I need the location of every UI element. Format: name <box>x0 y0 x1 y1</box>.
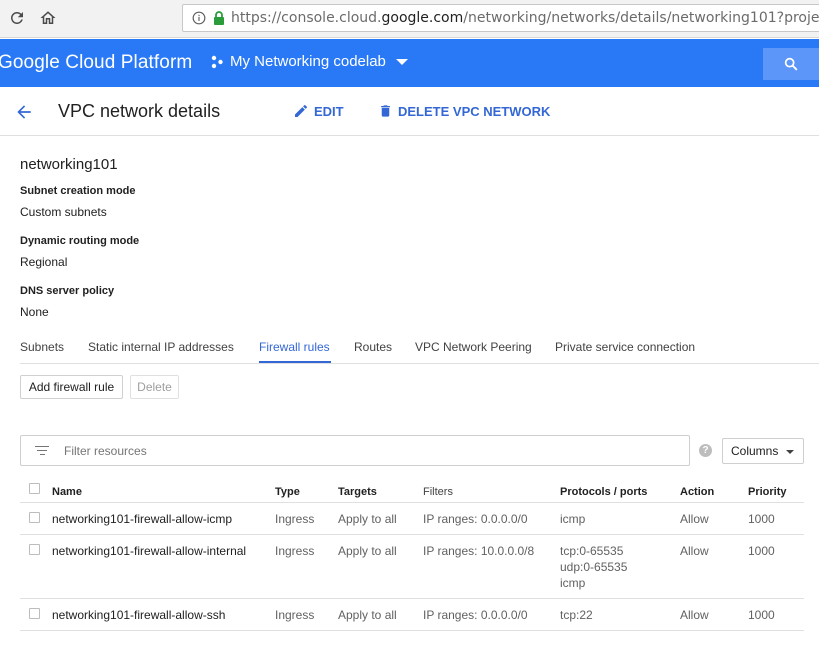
rule-filters: IP ranges: 0.0.0.0/0 <box>423 512 528 526</box>
filter-placeholder: Filter resources <box>64 443 147 458</box>
project-icon <box>210 55 224 69</box>
rule-protocol: icmp <box>560 576 586 590</box>
rule-action: Allow <box>680 512 709 526</box>
routing-mode-label: Dynamic routing mode <box>20 235 140 247</box>
rule-targets: Apply to all <box>338 544 397 558</box>
rule-name[interactable]: networking101-firewall-allow-internal <box>52 543 246 559</box>
row-checkbox[interactable] <box>29 512 40 523</box>
tab-static-ips[interactable]: Static internal IP addresses <box>88 340 234 354</box>
tab-private-service[interactable]: Private service connection <box>555 340 695 354</box>
edit-label: EDIT <box>314 103 344 119</box>
chevron-down-icon <box>786 450 794 454</box>
rule-priority: 1000 <box>748 608 775 622</box>
rule-priority: 1000 <box>748 544 775 558</box>
tab-vpc-peering[interactable]: VPC Network Peering <box>415 340 532 354</box>
rule-type: Ingress <box>275 544 315 558</box>
delete-label: DELETE VPC NETWORK <box>398 103 551 119</box>
app-header: Google Cloud Platform My Networking code… <box>0 39 819 87</box>
app-title[interactable]: Google Cloud Platform <box>0 52 192 74</box>
rule-protocol: icmp <box>560 512 586 526</box>
tab-routes[interactable]: Routes <box>354 340 392 354</box>
routing-mode-value: Regional <box>20 255 68 269</box>
back-arrow-icon[interactable] <box>14 102 34 125</box>
filter-input[interactable]: Filter resources <box>20 435 690 466</box>
columns-label: Columns <box>731 444 779 458</box>
edit-button[interactable]: EDIT <box>293 103 344 119</box>
page-header: VPC network details EDIT DELETE VPC NETW… <box>0 87 819 136</box>
project-name: My Networking codelab <box>230 53 386 70</box>
project-selector[interactable]: My Networking codelab <box>210 53 408 70</box>
tab-subnets[interactable]: Subnets <box>20 340 64 354</box>
rule-action: Allow <box>680 608 709 622</box>
lock-icon <box>213 11 225 25</box>
table-row: networking101-firewall-allow-ssh Ingress… <box>20 599 804 631</box>
table-header: Name Type Targets Filters Protocols / po… <box>20 476 804 503</box>
url-text: https://console.cloud.google.com/network… <box>231 10 819 26</box>
help-icon[interactable]: ? <box>699 444 712 457</box>
header-targets[interactable]: Targets <box>338 484 377 500</box>
columns-dropdown[interactable]: Columns <box>722 438 804 464</box>
dns-policy-value: None <box>20 305 49 319</box>
rule-filters: IP ranges: 10.0.0.0/8 <box>423 544 535 558</box>
firewall-rules-table: Name Type Targets Filters Protocols / po… <box>20 476 804 631</box>
table-row: networking101-firewall-allow-icmp Ingres… <box>20 503 804 535</box>
dns-policy-label: DNS server policy <box>20 285 115 297</box>
home-icon[interactable] <box>38 8 58 28</box>
row-checkbox[interactable] <box>29 544 40 555</box>
header-priority[interactable]: Priority <box>748 484 787 500</box>
rule-name[interactable]: networking101-firewall-allow-ssh <box>52 607 225 623</box>
table-row: networking101-firewall-allow-internal In… <box>20 535 804 599</box>
header-action[interactable]: Action <box>680 484 714 500</box>
url-path: /networking/networks/details/networking1… <box>463 10 819 26</box>
rule-targets: Apply to all <box>338 512 397 526</box>
delete-network-button[interactable]: DELETE VPC NETWORK <box>378 103 550 119</box>
address-bar[interactable]: https://console.cloud.google.com/network… <box>182 4 819 32</box>
header-filters: Filters <box>423 486 453 498</box>
search-button[interactable] <box>763 48 819 80</box>
info-icon[interactable] <box>192 11 206 25</box>
active-tab-indicator <box>259 361 331 363</box>
header-type[interactable]: Type <box>275 484 300 500</box>
edit-icon <box>293 103 314 119</box>
subnet-mode-value: Custom subnets <box>20 205 107 219</box>
reload-icon[interactable] <box>7 8 27 28</box>
browser-toolbar: https://console.cloud.google.com/network… <box>0 0 819 38</box>
header-protocols[interactable]: Protocols / ports <box>560 484 647 500</box>
select-all-checkbox[interactable] <box>29 483 40 494</box>
rule-filters: IP ranges: 0.0.0.0/0 <box>423 608 528 622</box>
chevron-down-icon <box>395 58 408 65</box>
rule-type: Ingress <box>275 608 315 622</box>
add-firewall-rule-button[interactable]: Add firewall rule <box>20 375 123 399</box>
subnet-mode-label: Subnet creation mode <box>20 185 136 197</box>
rule-action: Allow <box>680 544 709 558</box>
tab-bar: Subnets Static internal IP addresses Fir… <box>20 333 819 364</box>
tab-firewall-rules[interactable]: Firewall rules <box>259 340 330 354</box>
rule-protocol: udp:0-65535 <box>560 560 628 574</box>
rule-protocol: tcp:22 <box>560 608 593 622</box>
rule-priority: 1000 <box>748 512 775 526</box>
network-name: networking101 <box>20 156 118 173</box>
row-checkbox[interactable] <box>29 608 40 619</box>
page-title: VPC network details <box>58 101 221 121</box>
rule-protocol: tcp:0-65535 <box>560 544 624 558</box>
delete-button[interactable]: Delete <box>130 375 179 399</box>
filter-icon <box>35 443 49 458</box>
delete-icon <box>378 103 398 119</box>
search-icon <box>783 56 799 72</box>
header-name[interactable]: Name <box>52 484 82 500</box>
rule-type: Ingress <box>275 512 315 526</box>
rule-name[interactable]: networking101-firewall-allow-icmp <box>52 511 232 527</box>
url-domain: google.com <box>381 10 464 26</box>
url-prefix: https://console.cloud. <box>231 10 382 26</box>
rule-targets: Apply to all <box>338 608 397 622</box>
